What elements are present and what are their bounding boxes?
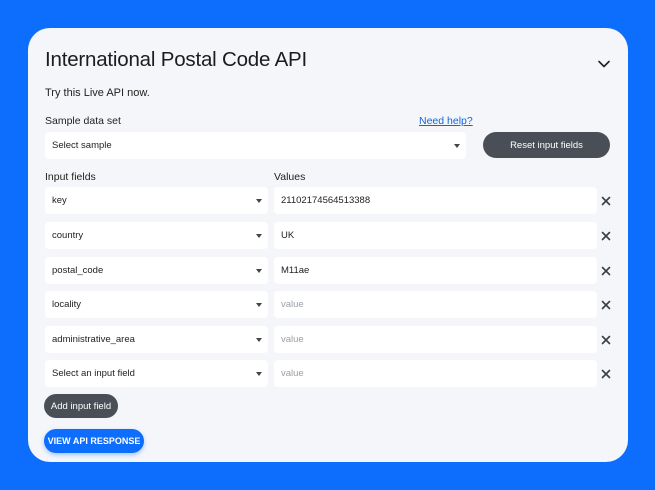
caret-down-icon [256,234,262,238]
input-fields-header: Input fields [45,171,96,183]
values-header: Values [274,171,306,183]
caret-down-icon [454,144,460,148]
input-field-select-value: administrative_area [52,334,135,345]
close-icon[interactable] [601,231,611,241]
close-icon[interactable] [601,300,611,310]
input-field-select-key[interactable]: key [45,187,268,214]
sample-select-value: Select sample [52,140,112,151]
value-input-key[interactable] [274,187,597,214]
close-icon[interactable] [601,266,611,276]
caret-down-icon [256,372,262,376]
api-demo-card: International Postal Code API Try this L… [28,28,628,462]
input-field-select-value: Select an input field [52,368,135,379]
view-api-response-button[interactable]: VIEW API RESPONSE [44,429,144,453]
input-field-select-value: key [52,195,67,206]
caret-down-icon [256,269,262,273]
value-input-postal-code[interactable] [274,257,597,284]
input-field-select-country[interactable]: country [45,222,268,249]
input-field-select-administrative-area[interactable]: administrative_area [45,326,268,353]
chevron-down-icon[interactable] [597,57,611,71]
subtitle: Try this Live API now. [45,87,150,99]
caret-down-icon [256,303,262,307]
input-field-select-value: locality [52,299,82,310]
value-input-new[interactable] [274,360,597,387]
need-help-link[interactable]: Need help? [419,115,473,127]
close-icon[interactable] [601,196,611,206]
value-input-locality[interactable] [274,291,597,318]
page-title: International Postal Code API [45,48,308,71]
value-input-country[interactable] [274,222,597,249]
caret-down-icon [256,199,262,203]
sample-data-label: Sample data set [45,115,121,127]
close-icon[interactable] [601,369,611,379]
input-field-select-value: postal_code [52,265,104,276]
sample-select[interactable]: Select sample [45,132,466,159]
input-field-select-postal-code[interactable]: postal_code [45,257,268,284]
input-field-select-value: country [52,230,84,241]
value-input-administrative-area[interactable] [274,326,597,353]
input-field-select-locality[interactable]: locality [45,291,268,318]
caret-down-icon [256,338,262,342]
reset-input-fields-button[interactable]: Reset input fields [483,132,610,158]
close-icon[interactable] [601,335,611,345]
input-field-select-new[interactable]: Select an input field [45,360,268,387]
add-input-field-button[interactable]: Add input field [44,394,118,418]
